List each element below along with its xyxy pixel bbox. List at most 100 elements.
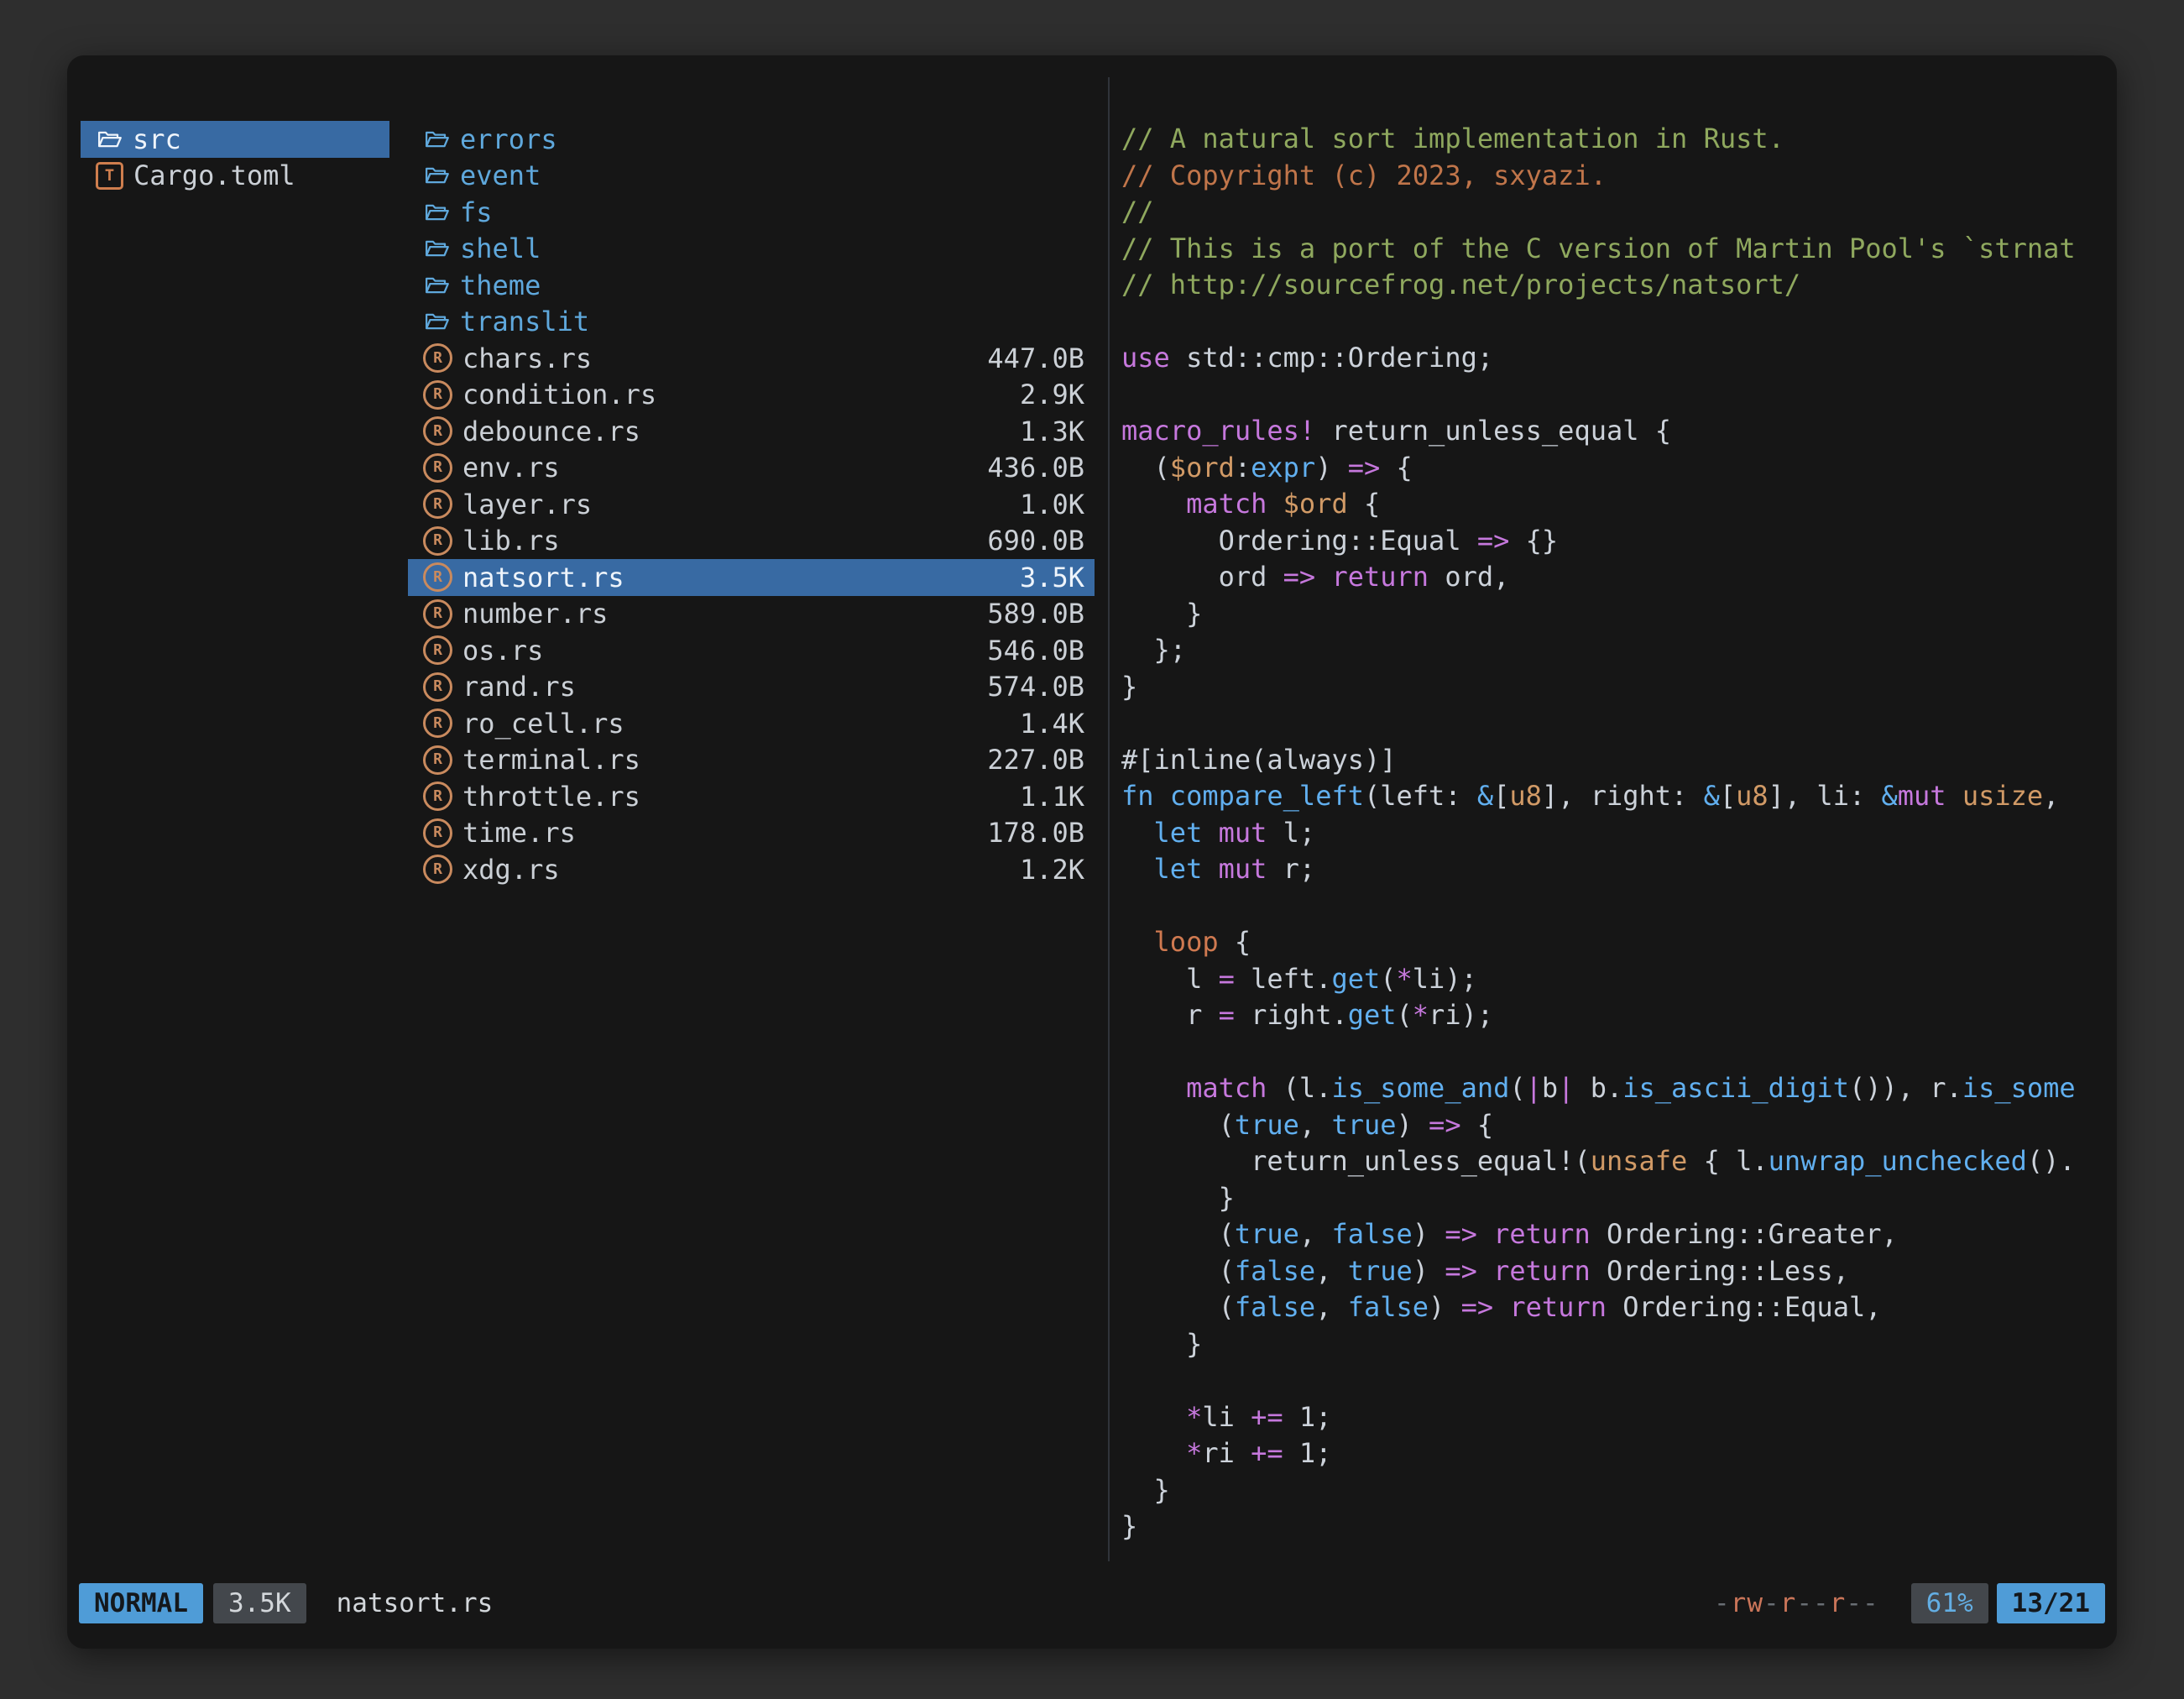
code-line: loop { (1121, 924, 2103, 961)
entry-size: 436.0B (987, 452, 1095, 484)
code-line: match $ord { (1121, 486, 2103, 523)
entry-name: debounce.rs (462, 416, 640, 447)
entry-size: 690.0B (987, 525, 1095, 557)
code-line: l = left.get(*li); (1121, 961, 2103, 998)
rust-icon: R (423, 855, 452, 884)
file-row-chars-rs[interactable]: Rchars.rs447.0B (423, 340, 1095, 377)
file-row-throttle-rs[interactable]: Rthrottle.rs1.1K (423, 778, 1095, 815)
code-line: #[inline(always)] (1121, 742, 2103, 779)
rust-icon: R (423, 672, 452, 702)
code-line: ($ord:expr) => { (1121, 450, 2103, 487)
dir-row-src[interactable]: src (81, 121, 389, 158)
folder-icon (423, 199, 450, 226)
file-row-xdg-rs[interactable]: Rxdg.rs1.2K (423, 851, 1095, 888)
rust-icon: R (423, 416, 452, 446)
file-row-rand-rs[interactable]: Rrand.rs574.0B (423, 669, 1095, 706)
folder-icon (423, 162, 450, 189)
entry-size: 1.1K (1020, 781, 1095, 813)
entry-name: src (133, 123, 181, 155)
dir-row-event[interactable]: event (423, 158, 1095, 195)
file-row-debounce-rs[interactable]: Rdebounce.rs1.3K (423, 413, 1095, 450)
code-line: } (1121, 1472, 2103, 1509)
code-line: // This is a port of the C version of Ma… (1121, 231, 2103, 268)
folder-icon (423, 272, 450, 299)
folder-icon (96, 126, 123, 153)
status-bar: NORMAL 3.5K natsort.rs -rw-r--r-- 61% 13… (79, 1583, 2105, 1623)
current-pane: errors eventfsshellthemetranslitRchars.rs… (423, 121, 1095, 888)
code-line (1121, 888, 2103, 925)
rust-icon: R (423, 343, 452, 373)
entry-size: 589.0B (987, 598, 1095, 630)
code-line: let mut l; (1121, 815, 2103, 852)
status-filename: natsort.rs (337, 1588, 494, 1618)
file-row-lib-rs[interactable]: Rlib.rs 690.0B (423, 523, 1095, 560)
entry-name: xdg.rs (462, 854, 560, 886)
entry-name: event (460, 159, 541, 191)
entry-size: 1.0K (1020, 489, 1095, 520)
pane-divider (1108, 77, 1110, 1561)
rust-icon: R (423, 489, 452, 519)
entry-size: 2.9K (1020, 379, 1095, 410)
dir-row-shell[interactable]: shell (423, 231, 1095, 268)
rust-icon: R (423, 380, 452, 410)
code-line: Ordering::Equal => {} (1121, 523, 2103, 560)
rust-icon: R (423, 818, 452, 848)
code-line: macro_rules! return_unless_equal { (1121, 413, 2103, 450)
entry-size: 178.0B (987, 817, 1095, 849)
code-line: match (l.is_some_and(|b| b.is_ascii_digi… (1121, 1070, 2103, 1107)
entry-size: 1.4K (1020, 708, 1095, 740)
code-line: return_unless_equal!(unsafe { l.unwrap_u… (1121, 1143, 2103, 1180)
entry-size: 546.0B (987, 635, 1095, 667)
file-row-env-rs[interactable]: Renv.rs436.0B (423, 450, 1095, 487)
file-row-os-rs[interactable]: Ros.rs546.0B (423, 632, 1095, 669)
file-row-natsort-rs[interactable]: Rnatsort.rs3.5K (408, 559, 1095, 596)
code-line: } (1121, 1180, 2103, 1217)
code-line: } (1121, 1326, 2103, 1363)
terminal-window: srcTCargo.toml errors eventfsshellthemetr… (67, 55, 2117, 1649)
rust-icon: R (423, 526, 452, 556)
rust-icon: R (423, 745, 452, 775)
entry-name: number.rs (462, 598, 608, 630)
code-line: } (1121, 596, 2103, 633)
code-line: *ri += 1; (1121, 1435, 2103, 1472)
file-row-time-rs[interactable]: Rtime.rs178.0B (423, 815, 1095, 852)
rust-icon: R (423, 453, 452, 483)
file-row-terminal-rs[interactable]: Rterminal.rs227.0B (423, 742, 1095, 779)
code-line (1121, 377, 2103, 414)
entry-name: natsort.rs (462, 562, 624, 593)
folder-icon (423, 308, 450, 335)
file-row-layer-rs[interactable]: Rlayer.rs1.0K (423, 486, 1095, 523)
permissions-text: -rw-r--r-- (1714, 1588, 1879, 1618)
dir-row-errors[interactable]: errors (423, 121, 1095, 158)
file-row-ro-cell-rs[interactable]: Rro_cell.rs1.4K (423, 705, 1095, 742)
code-line: // (1121, 194, 2103, 231)
entry-name: lib.rs (462, 525, 560, 557)
entry-name: errors (460, 123, 557, 155)
file-row-cargo-toml[interactable]: TCargo.toml (96, 158, 389, 195)
code-line: (false, false) => return Ordering::Equal… (1121, 1289, 2103, 1326)
folder-icon (423, 235, 450, 262)
rust-icon: R (423, 708, 452, 738)
entry-name: rand.rs (462, 671, 576, 703)
code-line: } (1121, 1508, 2103, 1545)
dir-row-theme[interactable]: theme (423, 267, 1095, 304)
code-line: } (1121, 669, 2103, 706)
code-line: (false, true) => return Ordering::Less, (1121, 1253, 2103, 1290)
code-line (1121, 705, 2103, 742)
dir-row-translit[interactable]: translit (423, 304, 1095, 341)
percent-badge: 61% (1911, 1583, 1988, 1623)
file-row-number-rs[interactable]: Rnumber.rs589.0B (423, 596, 1095, 633)
rust-icon: R (423, 782, 452, 811)
file-size-badge: 3.5K (213, 1583, 306, 1623)
file-row-condition-rs[interactable]: Rcondition.rs 2.9K (423, 377, 1095, 414)
entry-name: condition.rs (462, 379, 656, 410)
code-line: use std::cmp::Ordering; (1121, 340, 2103, 377)
code-line: let mut r; (1121, 851, 2103, 888)
entry-name: translit (460, 306, 589, 337)
mode-badge: NORMAL (79, 1583, 203, 1623)
entry-size: 227.0B (987, 744, 1095, 776)
entry-size: 447.0B (987, 342, 1095, 374)
code-line: // http://sourcefrog.net/projects/natsor… (1121, 267, 2103, 304)
code-line (1121, 1362, 2103, 1399)
dir-row-fs[interactable]: fs (423, 194, 1095, 231)
